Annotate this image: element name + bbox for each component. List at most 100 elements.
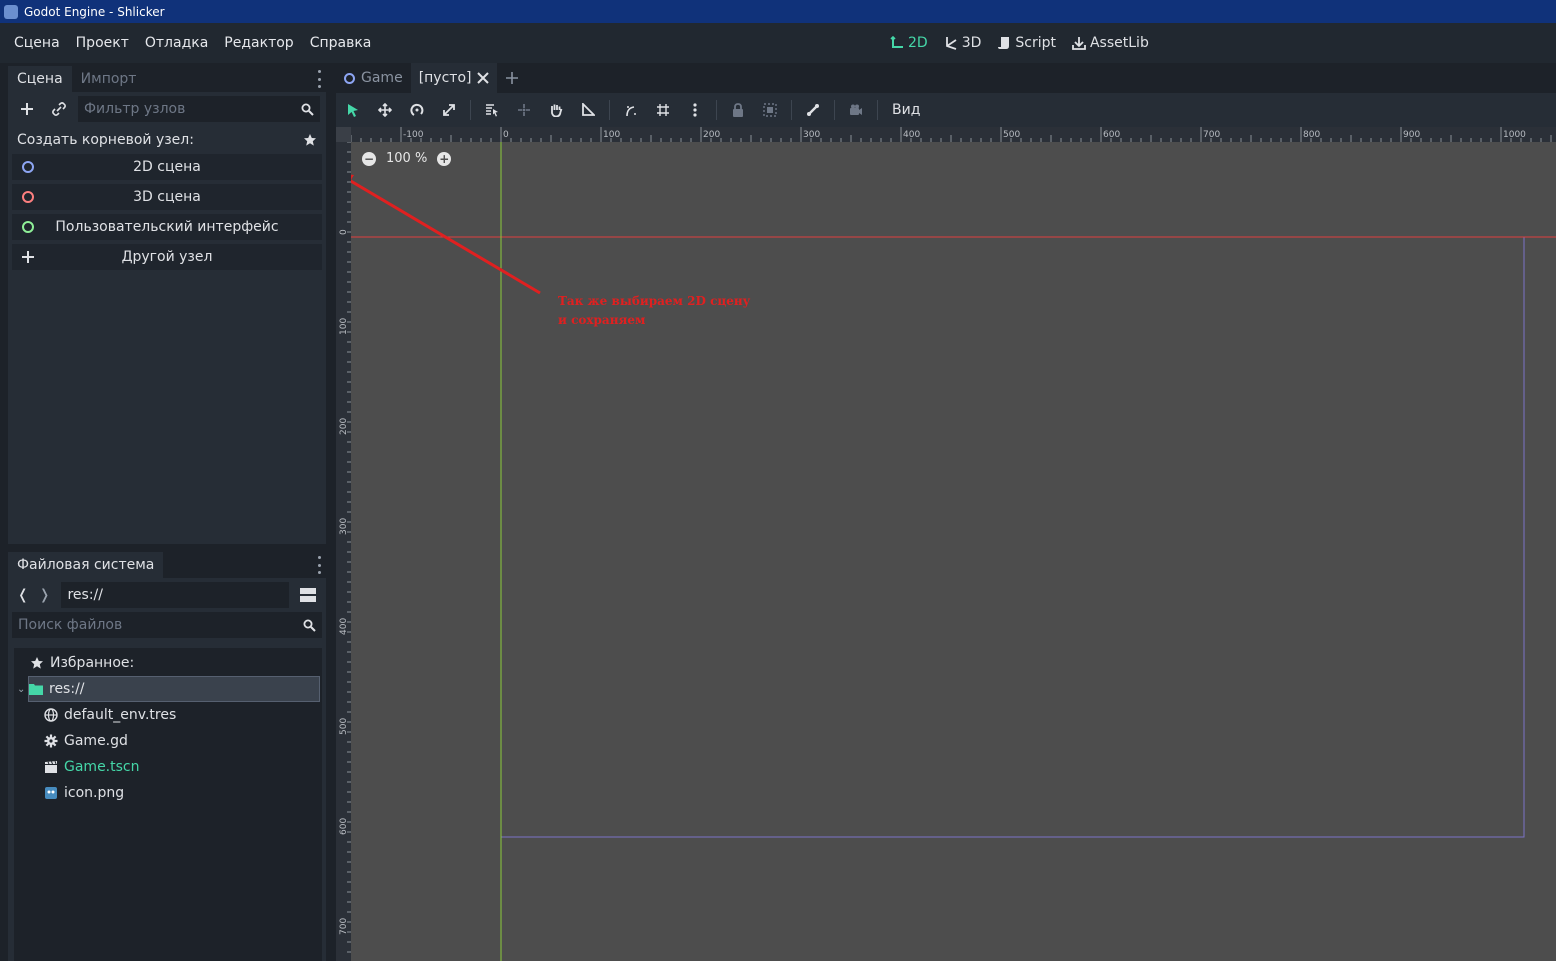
clapperboard-icon <box>44 760 58 774</box>
plus-icon <box>21 103 33 115</box>
gear-icon <box>44 734 58 748</box>
tab-import[interactable]: Импорт <box>72 66 146 92</box>
tab-scene[interactable]: Сцена <box>8 66 72 92</box>
favorites-item[interactable]: Избранное: <box>14 650 322 676</box>
pivot-mode-button[interactable] <box>511 97 537 123</box>
bone-icon <box>807 104 819 116</box>
tab-filesystem[interactable]: Файловая система <box>8 552 164 578</box>
toolbar-separator <box>609 100 610 120</box>
menu-editor[interactable]: Редактор <box>216 35 301 51</box>
node2d-icon <box>22 161 34 173</box>
search-icon <box>301 103 314 116</box>
vertical-ruler[interactable]: 0 100 200 300 400 500 600 700 <box>336 127 351 961</box>
grid-snap-button[interactable] <box>650 97 676 123</box>
root-ui-button[interactable]: Пользовательский интерфейс <box>12 214 322 240</box>
list-select-button[interactable] <box>479 97 505 123</box>
new-scene-tab-button[interactable] <box>497 63 527 93</box>
spatial-icon <box>22 191 34 203</box>
canvas-viewport[interactable]: -100 0 100 200 300 400 500 600 700 800 900 1000 0 10… <box>336 127 1556 961</box>
folder-icon <box>29 682 43 696</box>
toolbar-separator <box>877 100 878 120</box>
file-item[interactable]: Game.gd <box>14 728 322 754</box>
lock-button[interactable] <box>725 97 751 123</box>
main-tab-3d[interactable]: 3D <box>938 28 988 58</box>
lock-icon <box>733 103 743 117</box>
scene-tab-game[interactable]: Game <box>336 63 411 93</box>
root-other-node-button[interactable]: Другой узел <box>12 244 322 270</box>
skeleton-button[interactable] <box>800 97 826 123</box>
main-tab-2d[interactable]: 2D <box>884 28 934 58</box>
ruler-label: 200 <box>703 130 720 140</box>
dock-menu-icon[interactable] <box>316 556 322 574</box>
ruler-label: 700 <box>1203 130 1220 140</box>
ruler-ticks: 0 100 200 300 400 500 600 700 <box>339 141 351 953</box>
file-item[interactable]: icon.png <box>14 780 322 806</box>
main-tab-assetlib[interactable]: AssetLib <box>1066 28 1155 58</box>
zoom-out-button[interactable]: − <box>362 151 376 166</box>
smart-snap-button[interactable] <box>618 97 644 123</box>
ruler-label: 400 <box>339 618 349 635</box>
pan-mode-button[interactable] <box>543 97 569 123</box>
back-arrow-icon[interactable]: ❬ <box>14 587 32 603</box>
menu-bar: Сцена Проект Отладка Редактор Справка 2D… <box>0 23 1556 63</box>
node-filter-input[interactable]: Фильтр узлов <box>78 96 320 122</box>
ruler-corner <box>336 127 351 142</box>
ruler-mode-button[interactable] <box>575 97 601 123</box>
script-icon <box>998 37 1010 49</box>
annotation-text: Так же выбираем 2D сцену и сохраняем <box>558 292 750 330</box>
root-2d-scene-button[interactable]: 2D сцена <box>12 154 322 180</box>
scale-mode-button[interactable] <box>436 97 462 123</box>
ruler-label: 1000 <box>1503 130 1526 140</box>
group-icon <box>763 103 777 117</box>
canvas-toolbar: Вид <box>336 93 1556 127</box>
ruler-label: 0 <box>339 229 349 235</box>
ruler-label: 200 <box>339 418 349 435</box>
path-field[interactable]: res:// <box>61 582 290 608</box>
dock-menu-icon[interactable] <box>316 70 322 88</box>
menu-debug[interactable]: Отладка <box>137 35 216 51</box>
view-menu[interactable]: Вид <box>886 102 926 118</box>
plus-icon <box>506 72 519 84</box>
select-mode-button[interactable] <box>340 97 366 123</box>
menu-project[interactable]: Проект <box>68 35 137 51</box>
camera-override-button[interactable] <box>843 97 869 123</box>
zoom-in-button[interactable]: + <box>437 151 452 166</box>
toolbar-separator <box>791 100 792 120</box>
move-mode-button[interactable] <box>372 97 398 123</box>
file-item[interactable]: default_env.tres <box>14 702 322 728</box>
plus-icon <box>22 251 34 263</box>
toolbar-separator <box>716 100 717 120</box>
scene-tabs-bar: Game [пусто] <box>336 63 1556 93</box>
group-button[interactable] <box>757 97 783 123</box>
scene-tab-empty[interactable]: [пусто] <box>410 63 498 93</box>
grid-snap-icon <box>657 104 669 116</box>
main-tab-script[interactable]: Script <box>991 28 1062 58</box>
rotate-mode-button[interactable] <box>404 97 430 123</box>
root-3d-scene-button[interactable]: 3D сцена <box>12 184 322 210</box>
toggle-split-mode-button[interactable] <box>295 582 320 608</box>
close-icon[interactable] <box>477 72 490 84</box>
ruler-label: 100 <box>339 318 349 335</box>
scale-icon <box>443 104 455 116</box>
ruler-label: 600 <box>339 818 349 835</box>
file-search-input[interactable]: Поиск файлов <box>12 612 322 638</box>
menu-help[interactable]: Справка <box>302 35 380 51</box>
chevron-down-icon[interactable]: ⌄ <box>17 684 25 695</box>
3d-icon <box>945 37 957 50</box>
file-item[interactable]: Game.tscn <box>14 754 322 780</box>
horizontal-ruler[interactable]: -100 0 100 200 300 400 500 600 700 800 900 1000 <box>336 127 1556 142</box>
folder-res-item[interactable]: ⌄ res:// <box>17 676 320 702</box>
instance-scene-button[interactable] <box>46 96 72 122</box>
ruler-label: -100 <box>403 130 424 140</box>
ruler-label: 900 <box>1403 130 1420 140</box>
zoom-controls: − 100 % + <box>362 151 452 166</box>
zoom-level[interactable]: 100 % <box>386 151 427 166</box>
ruler-label: 100 <box>603 130 620 140</box>
menu-scene[interactable]: Сцена <box>6 35 68 51</box>
canvas-overlay <box>338 142 1556 961</box>
forward-arrow-icon[interactable]: ❭ <box>36 587 54 603</box>
ruler-label: 300 <box>803 130 820 140</box>
add-node-button[interactable] <box>14 96 40 122</box>
snap-options-button[interactable] <box>682 97 708 123</box>
favorites-star-icon[interactable] <box>303 133 317 147</box>
